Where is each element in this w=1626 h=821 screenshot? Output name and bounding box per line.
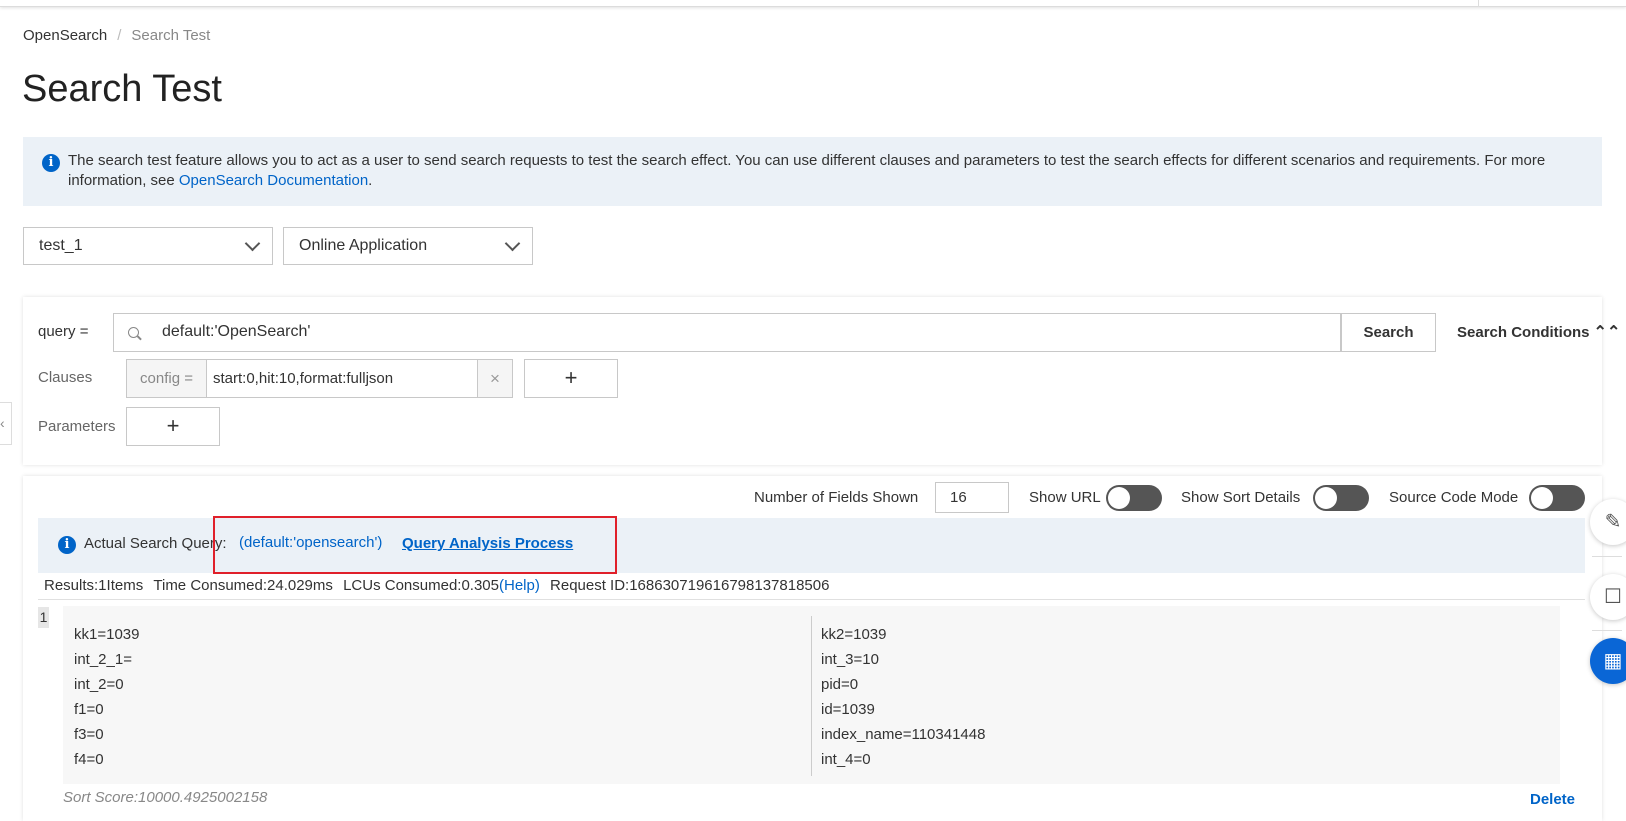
clause-input[interactable]: start:0,hit:10,format:fulljson <box>206 359 478 398</box>
sort-score: Sort Score:10000.4925002158 <box>63 789 268 806</box>
page-title: Search Test <box>22 68 222 110</box>
source-code-mode-label: Source Code Mode <box>1389 489 1519 506</box>
show-url-label: Show URL <box>1029 489 1101 506</box>
breadcrumb-separator: / <box>117 27 122 44</box>
show-sort-details-label: Show Sort Details <box>1181 489 1301 506</box>
help-link[interactable]: (Help) <box>499 577 540 594</box>
collapse-sidebar-tab[interactable]: ‹ <box>0 402 12 445</box>
field-value: f1=0 <box>74 701 104 718</box>
info-icon: i <box>42 154 60 172</box>
field-value: kk2=1039 <box>821 626 887 643</box>
floating-divider <box>1592 556 1622 557</box>
result-document: kk1=1039 int_2_1= int_2=0 f1=0 f3=0 f4=0… <box>63 606 1560 784</box>
query-input[interactable]: default:'OpenSearch' <box>113 313 1341 352</box>
top-bar-divider <box>1478 0 1479 7</box>
field-value: int_2=0 <box>74 676 124 693</box>
left-field-column: kk1=1039 int_2_1= int_2=0 f1=0 f3=0 f4=0 <box>74 622 139 772</box>
double-chevron-up-icon: ⌃⌃ <box>1593 324 1621 341</box>
clause-prefix: config = <box>126 359 207 398</box>
field-value: pid=0 <box>821 676 859 693</box>
toggle-knob <box>1315 487 1337 509</box>
query-value: default:'OpenSearch' <box>162 323 311 340</box>
documentation-link[interactable]: OpenSearch Documentation <box>179 172 368 189</box>
search-conditions-toggle[interactable]: Search Conditions ⌃⌃ <box>1457 322 1620 342</box>
info-trailing: . <box>368 172 373 189</box>
info-icon: i <box>58 536 76 554</box>
lcus-consumed: LCUs Consumed:0.305 <box>343 577 499 594</box>
highlight-box <box>213 516 617 574</box>
info-banner: i The search test feature allows you to … <box>23 137 1602 206</box>
breadcrumb-root[interactable]: OpenSearch <box>23 27 107 44</box>
add-clause-button[interactable]: + <box>524 359 618 398</box>
environment-select-value: Online Application <box>299 237 428 254</box>
parameters-label: Parameters <box>38 418 116 435</box>
fields-shown-label: Number of Fields Shown <box>754 489 919 506</box>
search-icon <box>128 327 139 338</box>
breadcrumb: OpenSearch / Search Test <box>23 27 210 44</box>
add-parameter-button[interactable]: + <box>126 407 220 446</box>
column-divider <box>811 616 812 776</box>
floating-divider <box>1592 630 1622 631</box>
fields-shown-input[interactable]: 16 <box>935 482 1009 513</box>
search-button[interactable]: Search <box>1341 313 1436 352</box>
field-value: kk1=1039 <box>74 626 140 643</box>
field-value: id=1039 <box>821 701 875 718</box>
field-value: int_3=10 <box>821 651 879 668</box>
app-select[interactable]: test_1 <box>23 227 273 265</box>
source-code-mode-toggle[interactable] <box>1529 485 1585 511</box>
field-value: f3=0 <box>74 726 104 743</box>
field-value: int_2_1= <box>74 651 132 668</box>
request-id: Request ID:1686307196167981378185​06 <box>550 577 830 594</box>
toggle-knob <box>1531 487 1553 509</box>
field-value: f4=0 <box>74 751 104 768</box>
environment-select[interactable]: Online Application <box>283 227 533 265</box>
show-url-toggle[interactable] <box>1106 485 1162 511</box>
actual-query-label: Actual Search Query: <box>84 535 227 552</box>
result-index: 1 <box>38 607 49 628</box>
right-field-column: kk2=1039 int_3=10 pid=0 id=1039 index_na… <box>821 622 985 772</box>
field-value: int_4=0 <box>821 751 871 768</box>
show-sort-details-toggle[interactable] <box>1313 485 1369 511</box>
results-count: Results:1Items <box>44 577 144 594</box>
time-consumed: Time Consumed:24.029ms <box>153 577 333 594</box>
clear-clause-button[interactable]: × <box>477 359 513 398</box>
clauses-label: Clauses <box>38 369 93 386</box>
delete-button[interactable]: Delete <box>1530 791 1575 808</box>
chevron-down-icon <box>504 235 521 252</box>
app-select-value: test_1 <box>39 237 83 254</box>
field-value: index_name=110341448 <box>821 726 986 743</box>
breadcrumb-current: Search Test <box>131 27 211 44</box>
stats-bar: Results:1Items Time Consumed:24.029ms LC… <box>38 573 1585 600</box>
search-conditions-label: Search Conditions <box>1457 324 1590 341</box>
query-label: query = <box>38 323 89 340</box>
top-bar <box>0 0 1626 7</box>
toggle-knob <box>1108 487 1130 509</box>
chevron-down-icon <box>244 235 261 252</box>
info-text: The search test feature allows you to ac… <box>68 151 1588 191</box>
